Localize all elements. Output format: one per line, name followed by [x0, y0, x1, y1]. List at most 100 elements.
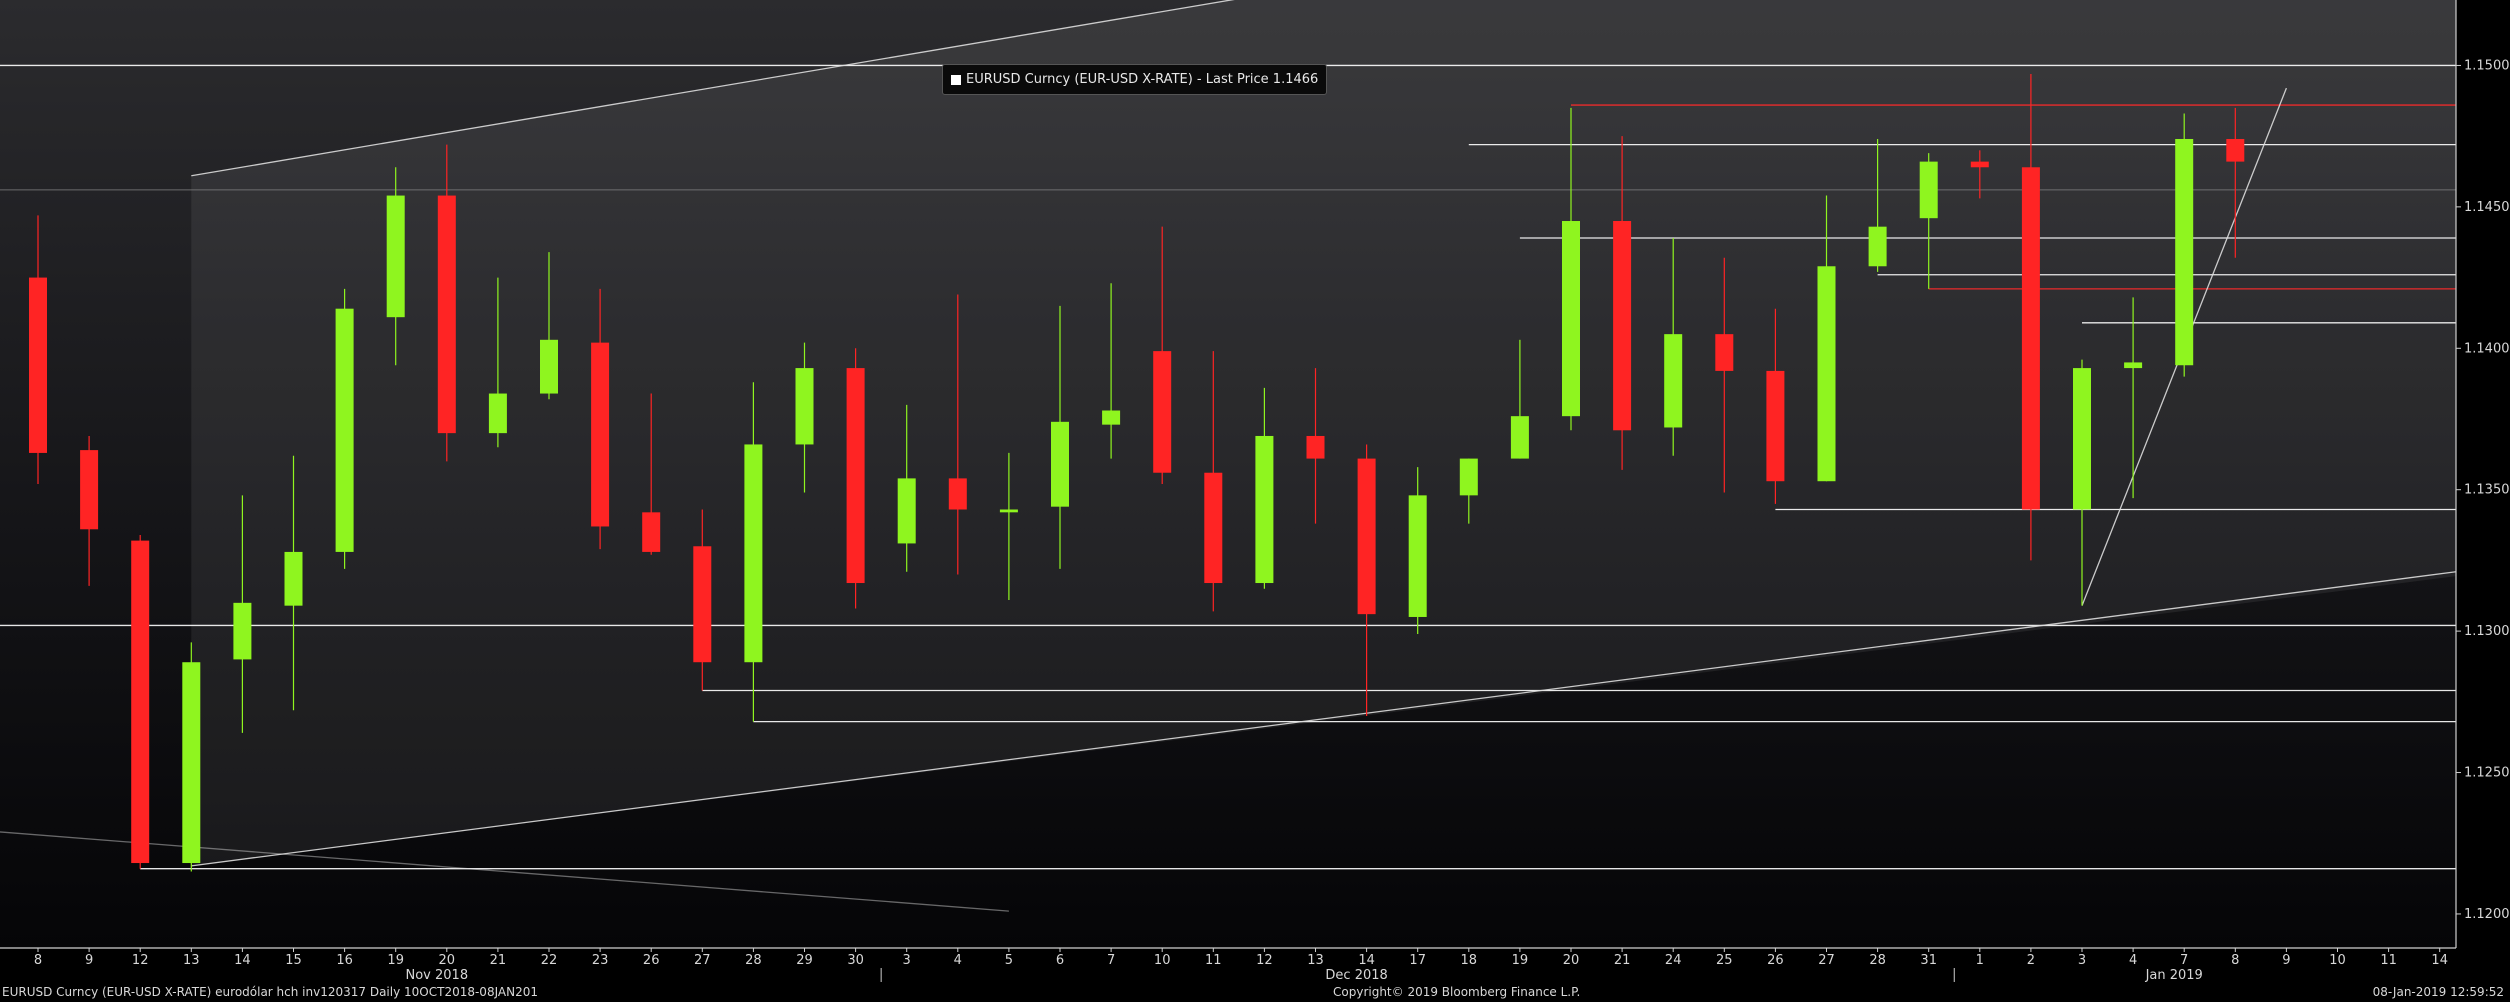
x-tick-label: 14	[2431, 953, 2448, 968]
x-tick-label: 21	[490, 953, 507, 968]
x-tick-label: 14	[1358, 953, 1375, 968]
x-tick-label: 26	[1767, 953, 1784, 968]
x-tick-label: 7	[1107, 953, 1115, 968]
y-tick-label: 1.1250	[2464, 766, 2510, 781]
footer-copyright: Copyright© 2019 Bloomberg Finance L.P.	[1333, 985, 1581, 999]
x-tick-label: 24	[1665, 953, 1682, 968]
x-tick-label: 4	[954, 953, 962, 968]
x-tick-label: 15	[285, 953, 302, 968]
x-tick-label: 12	[1256, 953, 1273, 968]
x-tick-label: 30	[847, 953, 864, 968]
candle-body	[540, 339, 558, 394]
x-tick-label: 22	[541, 953, 558, 968]
candle-body	[1766, 370, 1785, 482]
footer-security-info: EURUSD Curncy (EUR-USD X-RATE) eurodólar…	[2, 985, 538, 999]
x-tick-label: 9	[85, 953, 93, 968]
x-tick-label: 23	[592, 953, 609, 968]
x-tick-label: 4	[2129, 953, 2137, 968]
candle-body	[2021, 167, 2040, 510]
candle-body	[642, 512, 661, 552]
x-tick-label: 14	[234, 953, 251, 968]
x-tick-label: 28	[745, 953, 762, 968]
candle-body	[1970, 161, 1989, 168]
candle-body	[2226, 138, 2245, 162]
candle-body	[1919, 161, 1938, 219]
y-tick-label: 1.1500	[2464, 58, 2510, 73]
x-month-label: Nov 2018	[406, 968, 469, 983]
x-month-label: Dec 2018	[1325, 968, 1387, 983]
candle-body	[80, 450, 99, 530]
x-tick-label: 3	[903, 953, 911, 968]
candle-body	[2175, 138, 2194, 366]
candle-body	[1664, 334, 1683, 428]
x-tick-label: 28	[1869, 953, 1886, 968]
x-tick-label: 3	[2078, 953, 2086, 968]
candle	[182, 642, 201, 872]
candle-body	[846, 368, 865, 584]
candle-body	[591, 342, 610, 527]
y-tick-label: 1.1350	[2464, 483, 2510, 498]
candle-body	[948, 478, 967, 510]
x-tick-label: 11	[1205, 953, 1222, 968]
x-tick-label: 6	[1056, 953, 1064, 968]
candle	[2175, 113, 2194, 377]
x-tick-label: 1	[1976, 953, 1984, 968]
candle-body	[1408, 495, 1427, 617]
candle-body	[1459, 458, 1478, 496]
candle-body	[1153, 351, 1172, 473]
x-tick-label: 7	[2180, 953, 2188, 968]
chart-legend: EURUSD Curncy (EUR-USD X-RATE) - Last Pr…	[942, 64, 1328, 95]
x-tick-label: 20	[1563, 953, 1580, 968]
x-tick-label: 2	[2027, 953, 2035, 968]
x-tick-label: 8	[34, 953, 42, 968]
y-tick-label: 1.1200	[2464, 907, 2510, 922]
candle-body	[233, 602, 252, 660]
x-tick-label: 25	[1716, 953, 1733, 968]
candle	[846, 348, 865, 609]
candle-body	[437, 195, 456, 434]
x-tick-label: 26	[643, 953, 660, 968]
candle-body	[1817, 266, 1836, 482]
candle-body	[284, 551, 303, 606]
candle-body	[29, 277, 47, 453]
candle-body	[1510, 416, 1529, 459]
candle-body	[1051, 421, 1069, 507]
candle-body	[335, 308, 354, 552]
x-tick-label: 27	[694, 953, 711, 968]
x-tick-label: 29	[796, 953, 813, 968]
x-tick-label: 31	[1920, 953, 1937, 968]
candle-body	[693, 546, 712, 663]
candle-body	[1613, 221, 1632, 431]
x-tick-label: 19	[387, 953, 404, 968]
y-tick-label: 1.1450	[2464, 200, 2510, 215]
footer-timestamp: 08-Jan-2019 12:59:52	[2372, 985, 2504, 999]
candle-body	[795, 368, 814, 445]
candle-body	[386, 195, 405, 318]
x-month-label: Jan 2019	[2145, 968, 2203, 983]
x-tick-label: 17	[1409, 953, 1426, 968]
x-tick-label: 21	[1614, 953, 1631, 968]
x-tick-label: 20	[439, 953, 456, 968]
x-tick-label: 19	[1512, 953, 1529, 968]
candle	[131, 534, 150, 869]
x-tick-label: 13	[1307, 953, 1324, 968]
candlestick-chart: 1.1200 1.1250 1.1300 1.1350 1.1400 1.1450 1.15…	[0, 0, 2510, 983]
x-tick-label: 10	[1154, 953, 1171, 968]
x-tick-label: 5	[1005, 953, 1013, 968]
candle	[335, 288, 354, 569]
x-tick-label: 8	[2231, 953, 2239, 968]
candle-body	[1715, 334, 1734, 371]
candle-body	[897, 478, 916, 544]
candle-body	[1204, 472, 1223, 584]
x-tick-label: 10	[2329, 953, 2346, 968]
candle-body	[2124, 362, 2143, 369]
candle-body	[1102, 410, 1121, 425]
candle-body	[131, 540, 150, 864]
x-tick-label: 27	[1818, 953, 1835, 968]
x-tick-label: 18	[1461, 953, 1478, 968]
candle-body	[1255, 435, 1274, 584]
candle-body	[182, 662, 201, 864]
x-tick-label: 16	[336, 953, 353, 968]
candle-body	[1868, 226, 1887, 267]
x-tick-label: 11	[2380, 953, 2397, 968]
